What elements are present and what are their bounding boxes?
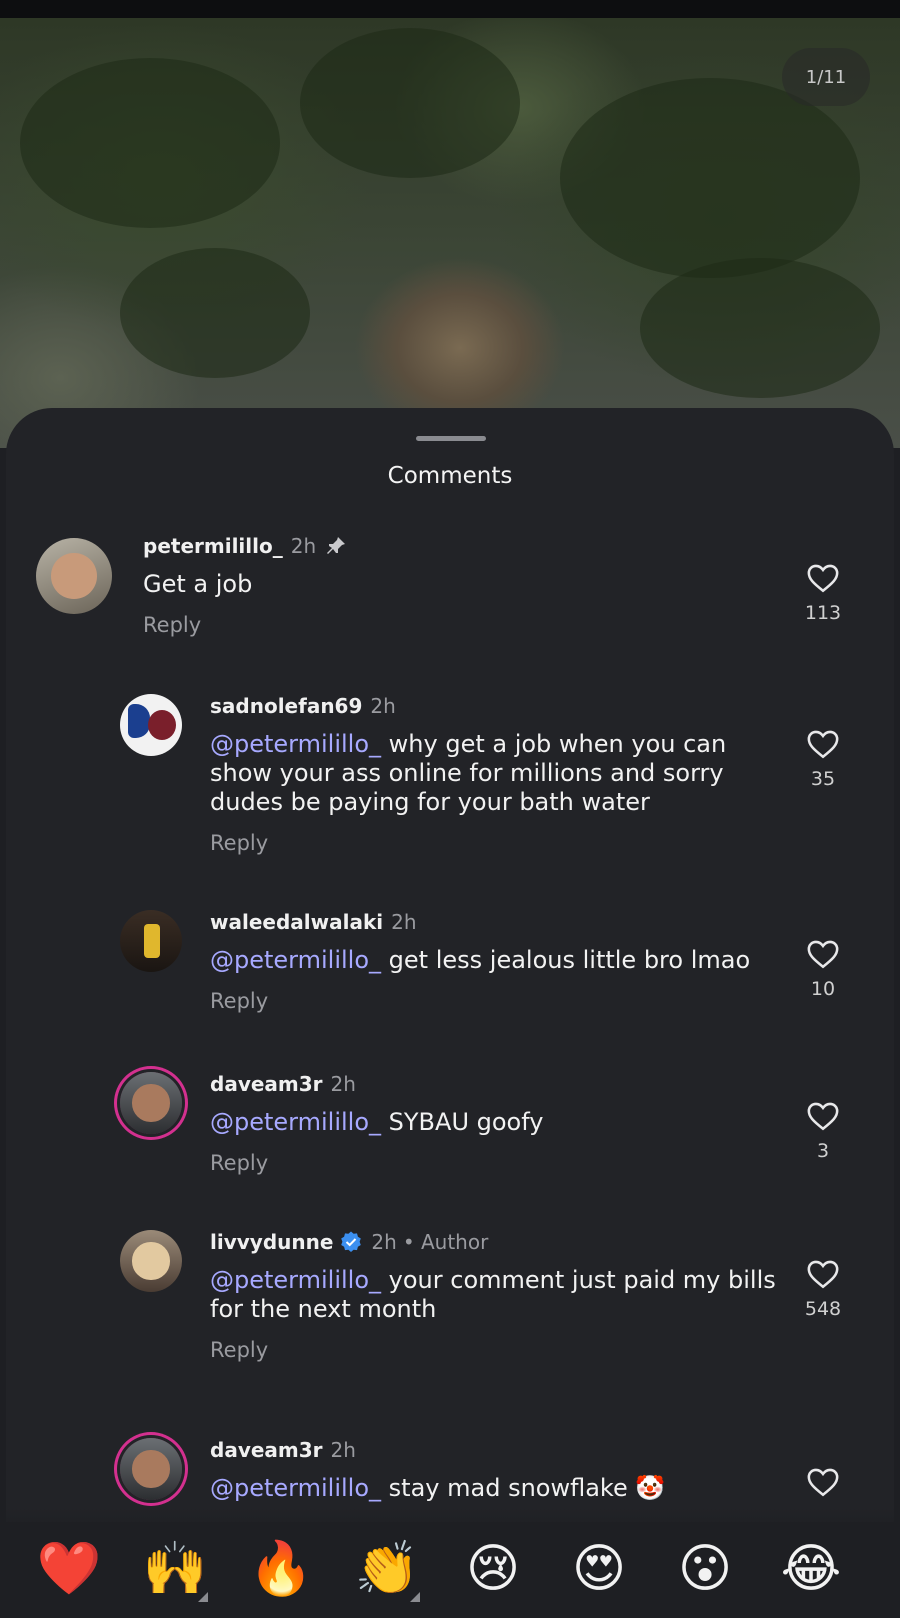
status-bar — [0, 0, 900, 18]
comment-time: 2h — [371, 1230, 397, 1254]
drag-handle[interactable] — [416, 436, 486, 441]
raising-hands-emoji-icon[interactable]: 🙌 — [138, 1532, 212, 1606]
avatar[interactable] — [120, 910, 182, 972]
like-button[interactable]: 3 — [798, 1100, 848, 1162]
variant-indicator-icon — [198, 1592, 208, 1602]
like-button[interactable]: 113 — [798, 562, 848, 624]
reply-button[interactable]: Reply — [143, 613, 783, 637]
comment-time: 2h — [391, 910, 417, 934]
comment-text: Get a job — [143, 570, 253, 598]
pin-icon — [324, 534, 348, 558]
fire-emoji-icon[interactable]: 🔥 — [244, 1532, 318, 1606]
clapping-hands-emoji-icon[interactable]: 👏 — [350, 1532, 424, 1606]
heart-outline-icon — [807, 1468, 839, 1497]
comment-username[interactable]: daveam3r — [210, 1438, 323, 1462]
comment-username[interactable]: daveam3r — [210, 1072, 323, 1096]
like-button[interactable]: 10 — [798, 938, 848, 1000]
verified-badge-icon — [339, 1230, 363, 1254]
like-count: 113 — [804, 602, 842, 624]
heart-outline-icon — [807, 564, 839, 593]
avatar[interactable] — [36, 538, 112, 614]
reply-button[interactable]: Reply — [210, 989, 770, 1013]
comment-username[interactable]: sadnolefan69 — [210, 694, 362, 718]
crying-face-emoji-icon[interactable]: 😢 — [456, 1532, 530, 1606]
comment-text: @petermilillo_ SYBAU goofy — [210, 1108, 544, 1136]
quick-reactions-bar: ❤️ 🙌 🔥 👏 😢 😍 😮 😂 — [0, 1522, 900, 1618]
like-count: 548 — [804, 1298, 842, 1320]
variant-indicator-icon — [410, 1592, 420, 1602]
like-button[interactable]: 35 — [798, 728, 848, 790]
heart-eyes-emoji-icon[interactable]: 😍 — [562, 1532, 636, 1606]
reply-button[interactable]: Reply — [210, 1338, 790, 1362]
comment-username[interactable]: livvydunne — [210, 1230, 333, 1254]
post-photo[interactable] — [0, 18, 900, 448]
comments-sheet: Comments petermilillo_ 2h Get a job Repl… — [6, 408, 894, 1618]
avatar[interactable] — [120, 1072, 182, 1134]
comment-text: @petermilillo_ your comment just paid my… — [210, 1266, 776, 1323]
foliage — [20, 58, 280, 228]
foliage — [120, 248, 310, 378]
comment-time: 2h — [330, 1072, 356, 1096]
comment-time: 2h — [330, 1438, 356, 1462]
reply-button[interactable]: Reply — [210, 831, 770, 855]
like-count: 3 — [816, 1140, 830, 1162]
tears-of-joy-emoji-icon[interactable]: 😂 — [774, 1532, 848, 1606]
like-count: 10 — [810, 978, 836, 1000]
heart-outline-icon — [807, 1102, 839, 1131]
foliage — [300, 28, 520, 178]
like-count: 35 — [810, 768, 836, 790]
heart-outline-icon — [807, 730, 839, 759]
like-button[interactable] — [798, 1466, 848, 1498]
avatar[interactable] — [120, 1438, 182, 1500]
author-label: • Author — [402, 1230, 489, 1254]
page-counter: 1/11 — [782, 48, 870, 106]
comment-username[interactable]: petermilillo_ — [143, 534, 283, 558]
open-mouth-emoji-icon[interactable]: 😮 — [668, 1532, 742, 1606]
avatar[interactable] — [120, 694, 182, 756]
sheet-title: Comments — [387, 463, 513, 489]
like-button[interactable]: 548 — [798, 1258, 848, 1320]
comment-username[interactable]: waleedalwalaki — [210, 910, 383, 934]
comment-time: 2h — [290, 534, 317, 558]
heart-outline-icon — [807, 940, 839, 969]
avatar[interactable] — [120, 1230, 182, 1292]
comment-time: 2h — [370, 694, 396, 718]
comment-text: @petermilillo_ get less jealous little b… — [210, 946, 751, 974]
foliage — [560, 78, 860, 278]
comment-text: @petermilillo_ why get a job when you ca… — [210, 730, 727, 816]
heart-outline-icon — [807, 1260, 839, 1289]
heart-emoji-icon[interactable]: ❤️ — [32, 1532, 106, 1606]
comment-text: @petermilillo_ stay mad snowflake 🤡 — [210, 1474, 666, 1502]
foliage — [640, 258, 880, 398]
reply-button[interactable]: Reply — [210, 1151, 770, 1175]
